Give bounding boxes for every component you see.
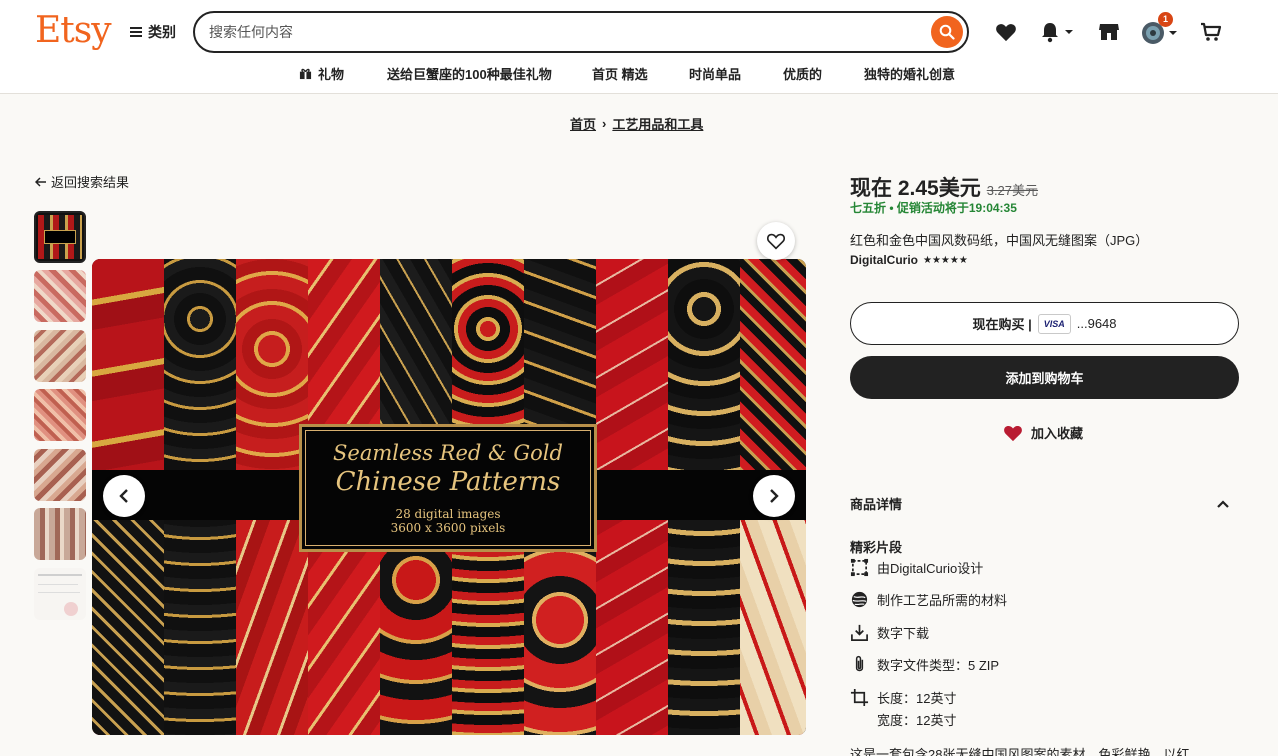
filetype-text: 数字文件类型：5 ZIP <box>877 658 1000 673</box>
categories-button[interactable]: 类别 <box>130 22 176 42</box>
heart-icon <box>996 24 1016 42</box>
feature-designer: 由DigitalCurio设计 <box>850 558 983 577</box>
shop-manager-button[interactable] <box>1098 21 1120 43</box>
buy-now-label: 现在购买 | <box>972 317 1032 332</box>
product-main-image: Seamless Red & Gold Chinese Patterns 28 … <box>92 259 806 735</box>
nav-item-wedding[interactable]: 独特的婚礼创意 <box>864 64 955 83</box>
heart-icon <box>1004 425 1022 441</box>
breadcrumb-category[interactable]: 工艺用品和工具 <box>612 114 703 133</box>
breadcrumb-home[interactable]: 首页 <box>570 114 596 133</box>
shop-name-link[interactable]: DigitalCurio <box>850 253 918 267</box>
previous-image-button[interactable] <box>103 475 145 517</box>
thumbnail-7[interactable] <box>34 568 86 620</box>
nav-gifts-label: 礼物 <box>318 67 345 82</box>
nav-item-home-picks[interactable]: 首页 精选 <box>592 64 648 83</box>
image-title-line2: Chinese Patterns <box>335 467 561 497</box>
feature-filetype: 数字文件类型：5 ZIP <box>850 655 999 674</box>
image-subtitle-1: 28 digital images <box>395 507 501 521</box>
add-to-favorites-button[interactable]: 加入收藏 <box>1003 423 1083 442</box>
search-input[interactable] <box>209 22 909 42</box>
favorites-button[interactable] <box>995 22 1017 42</box>
download-icon <box>851 624 868 641</box>
description-text: 这是一套包含28张无缝中国风图案的素材，色彩鲜艳，以红 <box>850 747 1190 756</box>
thumbnail-4[interactable] <box>34 389 86 441</box>
chevron-down-icon <box>1169 31 1177 35</box>
add-favorites-label: 加入收藏 <box>1031 426 1084 441</box>
design-icon <box>850 558 869 577</box>
chevron-down-icon <box>1065 30 1073 34</box>
designer-link[interactable]: 由DigitalCurio设计 <box>877 558 983 577</box>
paperclip-icon <box>855 655 864 672</box>
chevron-up-icon <box>1217 499 1229 508</box>
image-favorite-button[interactable] <box>757 222 795 260</box>
category-nav: 礼物 送给巨蟹座的100种最佳礼物 首页 精选 时尚单品 优质的 独特的婚礼创意 <box>0 64 1278 84</box>
width-text: 宽度：12英寸 <box>877 713 957 728</box>
current-price: 现在 2.45美元 <box>850 177 981 200</box>
nav-gifts[interactable]: 礼物 <box>299 64 344 83</box>
image-title-box: Seamless Red & Gold Chinese Patterns 28 … <box>299 424 597 552</box>
chevron-right-icon <box>770 489 779 503</box>
product-title: 红色和金色中国风数码纸，中国风无缝图案（JPG） <box>850 233 1149 248</box>
cart-button[interactable] <box>1200 21 1222 43</box>
sale-info: 七五折 • 促销活动将于19:04:35 <box>850 201 1017 215</box>
highlights-heading: 精彩片段 <box>850 540 903 555</box>
materials-text: 制作工艺品所需的材料 <box>877 593 1008 608</box>
thumbnail-3[interactable] <box>34 330 86 382</box>
heart-outline-icon <box>766 233 786 250</box>
item-details-toggle[interactable]: 商品详情 <box>850 494 1239 513</box>
back-link-label: 返回搜索结果 <box>51 175 130 190</box>
yarn-icon <box>851 591 868 608</box>
buy-now-button[interactable]: 现在购买 | VISA ...9648 <box>850 302 1239 345</box>
image-title-line1: Seamless Red & Gold <box>333 441 563 465</box>
search-button[interactable] <box>931 16 963 48</box>
visa-card-icon: VISA <box>1037 313 1071 334</box>
search-icon <box>939 24 955 40</box>
price-block: 现在 2.45美元 3.27美元 <box>850 172 1038 202</box>
bell-icon <box>1042 23 1058 43</box>
feature-dimensions: 长度：12英寸 宽度：12英寸 <box>850 688 956 729</box>
site-header: Etsy 类别 1 礼物 送给巨蟹座的100种最佳礼物 首页 精选 时尚单品 优… <box>0 0 1278 94</box>
arrow-left-icon <box>35 176 46 187</box>
search-bar <box>193 11 969 53</box>
image-subtitle-2: 3600 x 3600 pixels <box>390 521 506 535</box>
rating-stars: ★★★★★ <box>923 254 968 266</box>
add-to-cart-button[interactable]: 添加到购物车 <box>850 356 1239 399</box>
original-price: 3.27美元 <box>986 183 1039 198</box>
card-digits: ...9648 <box>1076 316 1117 331</box>
thumbnail-5[interactable] <box>34 449 86 501</box>
gift-icon <box>299 68 312 80</box>
feature-download: 数字下载 <box>850 623 929 642</box>
shop-info: DigitalCurio ★★★★★ <box>850 253 968 267</box>
breadcrumb: 首页 › 工艺用品和工具 <box>570 114 703 133</box>
chevron-left-icon <box>119 489 128 503</box>
breadcrumb-separator: › <box>602 116 607 131</box>
notifications-button[interactable] <box>1040 21 1074 43</box>
etsy-logo[interactable]: Etsy <box>35 10 112 51</box>
store-icon <box>1099 24 1119 40</box>
nav-item-cancer-gifts[interactable]: 送给巨蟹座的100种最佳礼物 <box>387 64 552 83</box>
dimensions-icon <box>850 688 869 707</box>
back-to-results-link[interactable]: 返回搜索结果 <box>35 172 129 191</box>
nav-item-premium[interactable]: 优质的 <box>783 64 822 83</box>
menu-icon <box>130 27 142 37</box>
notification-badge: 1 <box>1158 12 1173 27</box>
length-text: 长度：12英寸 <box>877 691 957 706</box>
thumbnail-6[interactable] <box>34 508 86 560</box>
feature-materials: 制作工艺品所需的材料 <box>850 590 1007 609</box>
thumbnail-2[interactable] <box>34 270 86 322</box>
cart-icon <box>1201 22 1222 41</box>
next-image-button[interactable] <box>753 475 795 517</box>
download-text: 数字下载 <box>877 626 930 641</box>
item-details-heading: 商品详情 <box>850 497 903 512</box>
thumbnail-1[interactable] <box>34 211 86 263</box>
categories-label: 类别 <box>148 24 176 40</box>
nav-item-fashion[interactable]: 时尚单品 <box>689 64 741 83</box>
